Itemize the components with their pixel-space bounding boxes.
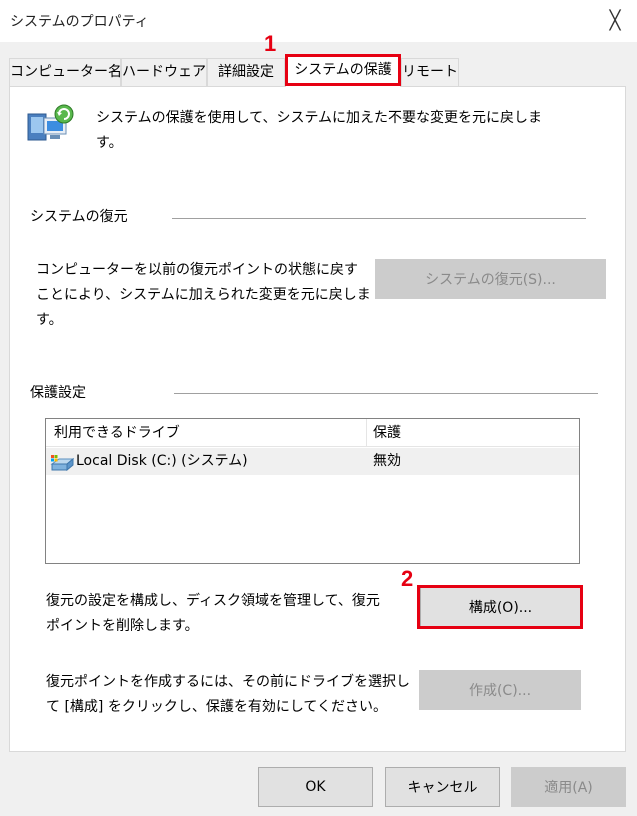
drive-list[interactable]: 利用できるドライブ 保護 Local Disk (C:) (システム) 無効 — [45, 418, 580, 564]
configure-desc-line-2: ポイントを削除します。 — [46, 618, 199, 634]
tab-computer-name[interactable]: コンピューター名 — [9, 58, 122, 86]
configure-desc-line-1: 復元の設定を構成し、ディスク領域を管理して、復元 — [46, 593, 380, 609]
callout-number-2: 2 — [401, 566, 414, 591]
restore-desc-line-3: す。 — [36, 312, 63, 328]
tab-advanced[interactable]: 詳細設定 — [207, 58, 285, 86]
window-title: システムのプロパティ — [10, 14, 149, 30]
restore-separator — [172, 218, 586, 219]
drive-name: Local Disk (C:) (システム) — [76, 453, 248, 469]
local-disk-icon — [50, 453, 75, 472]
callout-box-configure — [417, 585, 583, 629]
intro-line-2: す。 — [96, 135, 123, 151]
tab-remote[interactable]: リモート — [401, 58, 459, 86]
tab-hardware[interactable]: ハードウェア — [121, 58, 207, 86]
create-button[interactable]: 作成(C)... — [419, 670, 581, 710]
system-restore-button[interactable]: システムの復元(S)... — [375, 259, 606, 299]
close-icon[interactable]: ╳ — [601, 6, 629, 34]
column-header-protection[interactable]: 保護 — [373, 419, 401, 447]
protection-heading: 保護設定 — [30, 385, 86, 401]
apply-button[interactable]: 適用(A) — [511, 767, 626, 807]
restore-heading: システムの復元 — [30, 209, 128, 225]
table-row[interactable]: Local Disk (C:) (システム) 無効 — [46, 448, 579, 475]
callout-box-tab — [285, 54, 401, 86]
column-divider[interactable] — [366, 419, 367, 447]
system-protection-icon — [26, 104, 78, 150]
create-desc-line-2: て [構成] をクリックし、保護を有効にしてください。 — [46, 699, 387, 715]
column-header-drive[interactable]: 利用できるドライブ — [54, 419, 180, 447]
create-desc-line-1: 復元ポイントを作成するには、その前にドライブを選択し — [46, 674, 410, 690]
callout-number-1: 1 — [264, 31, 277, 56]
list-header: 利用できるドライブ 保護 — [46, 419, 579, 447]
cancel-button[interactable]: キャンセル — [385, 767, 500, 807]
drive-protection-status: 無効 — [373, 453, 401, 469]
intro-line-1: システムの保護を使用して、システムに加えた不要な変更を元に戻しま — [96, 110, 543, 126]
restore-desc-line-2: ことにより、システムに加えられた変更を元に戻しま — [36, 287, 371, 303]
ok-button[interactable]: OK — [258, 767, 373, 807]
restore-desc-line-1: コンピューターを以前の復元ポイントの状態に戻す — [36, 262, 358, 278]
protection-separator — [174, 393, 598, 394]
